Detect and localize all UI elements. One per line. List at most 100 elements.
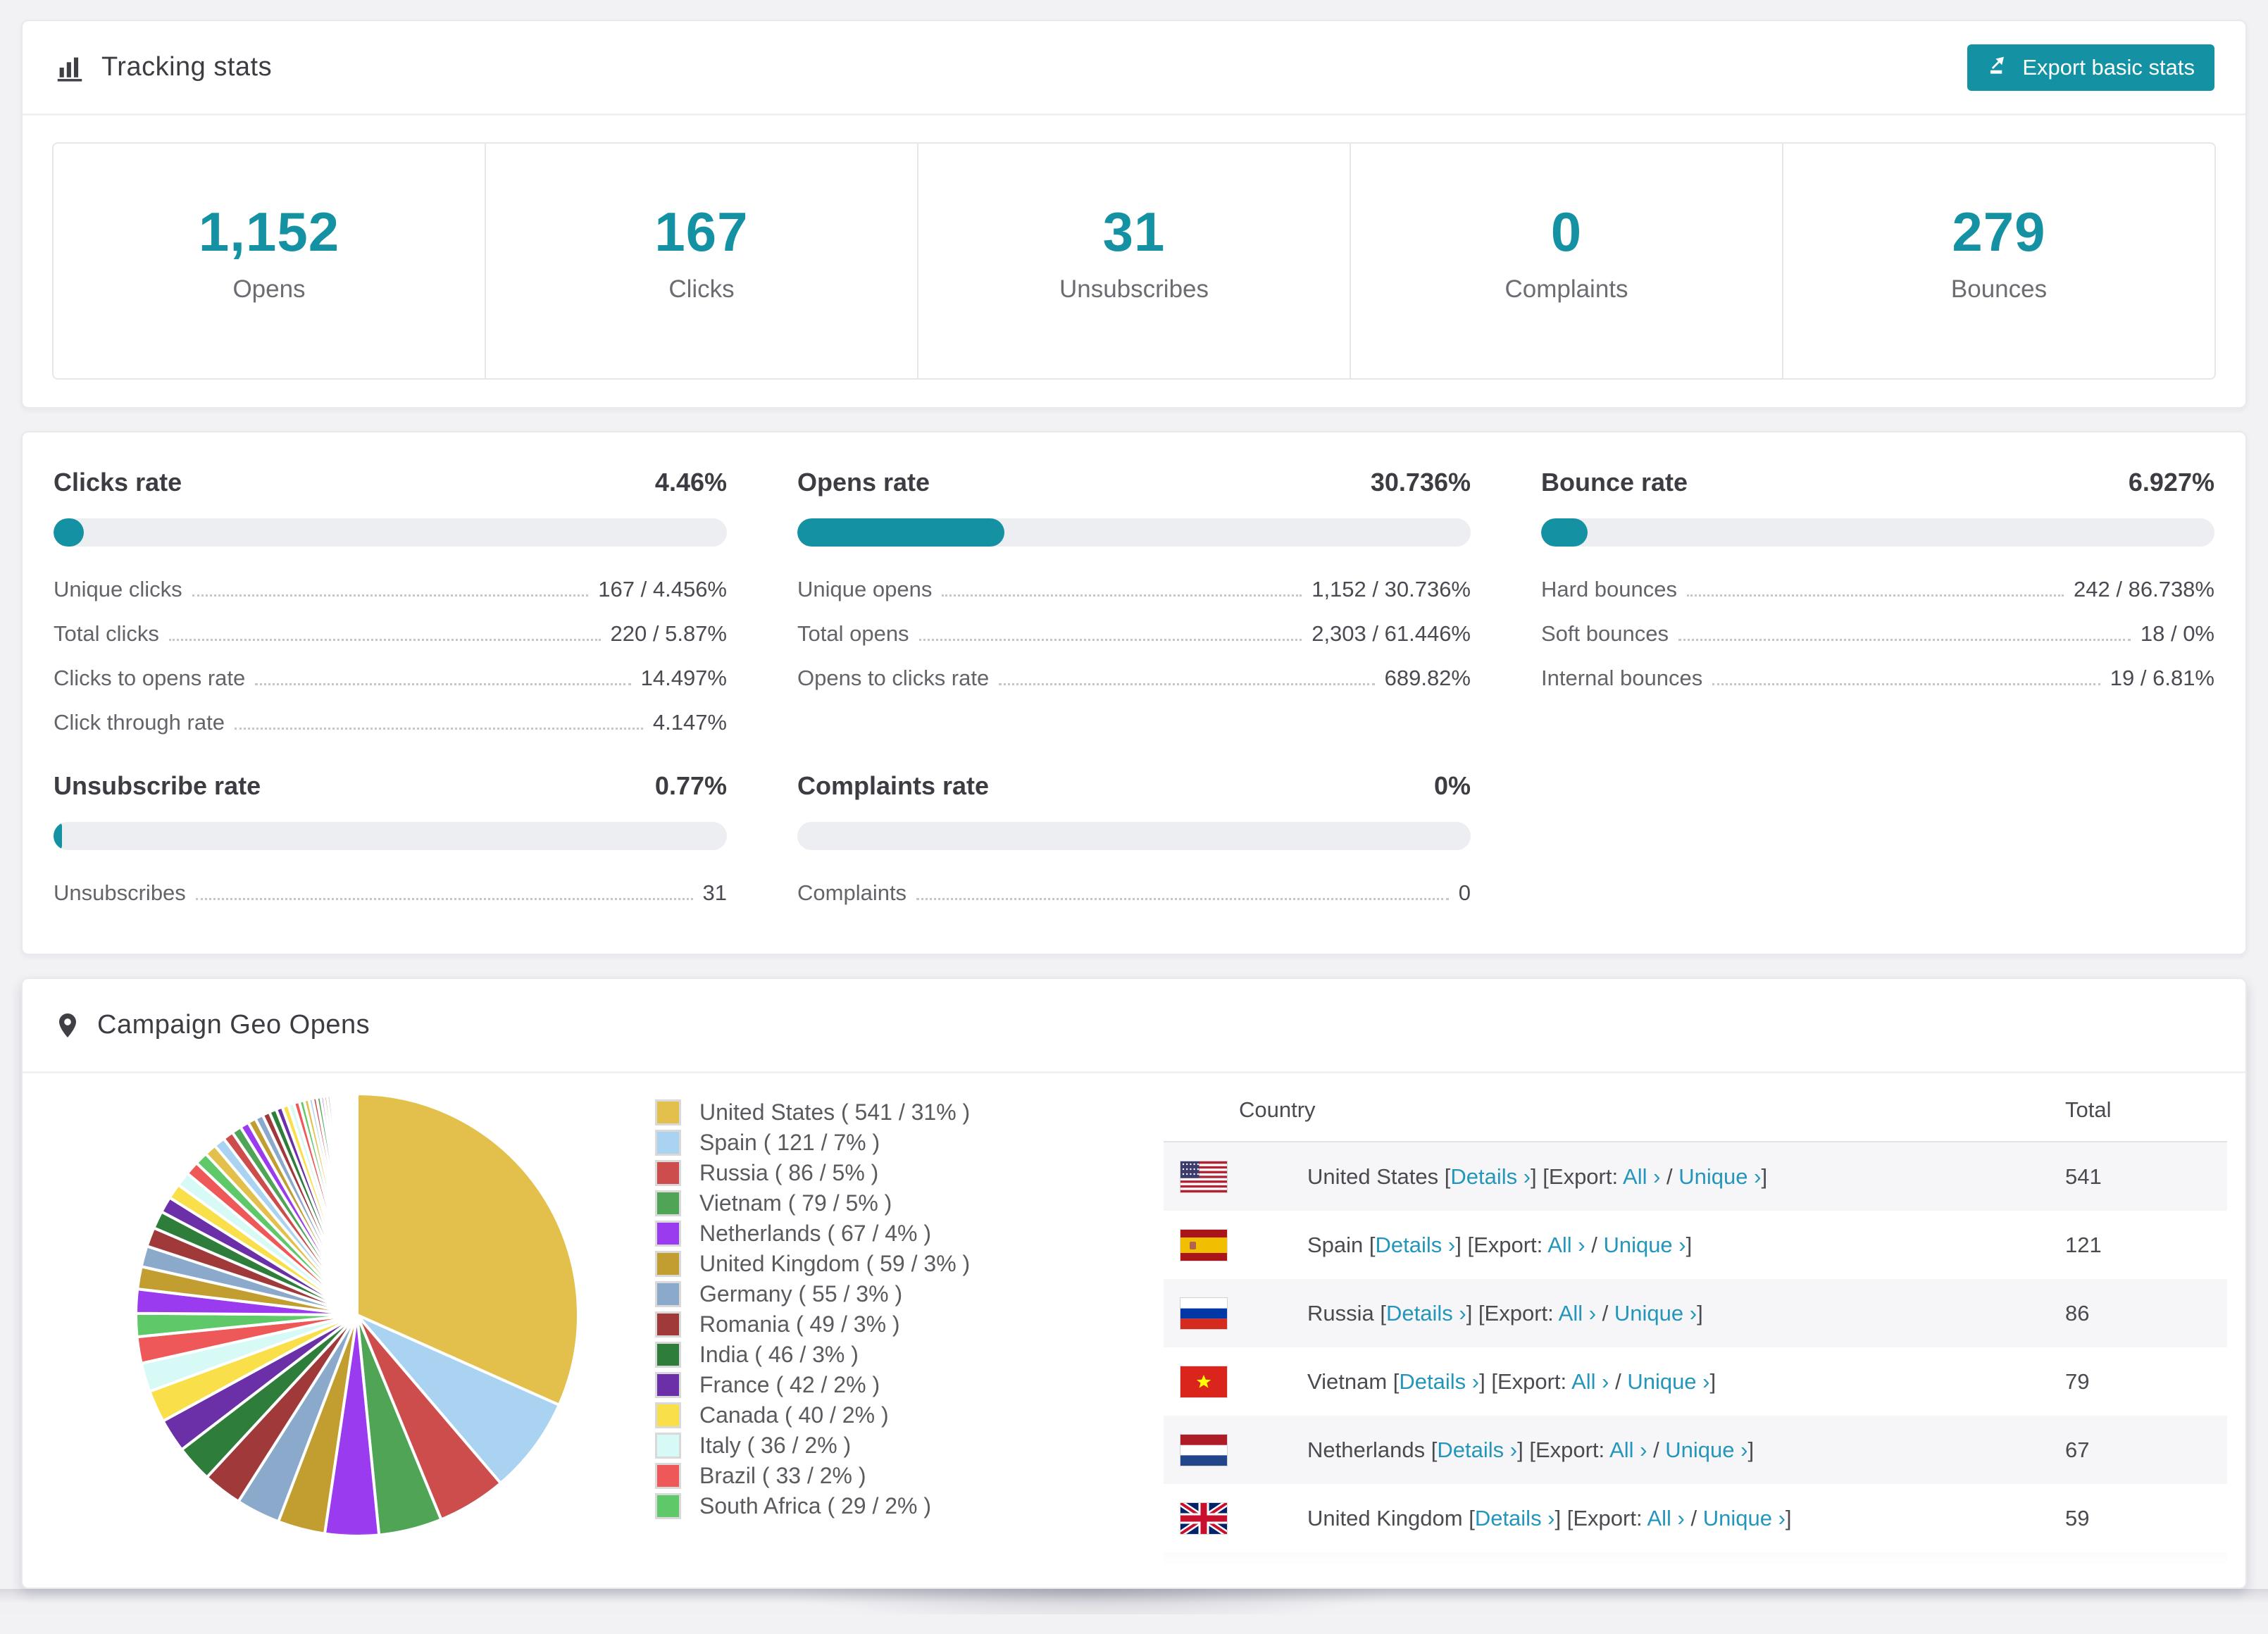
geo-pie-chart [132,1090,582,1540]
export-unique-link[interactable]: Unique › [1665,1437,1747,1462]
stat-value: 0 [1550,201,1583,263]
rate-progress-bar [1541,518,2214,547]
rate-row-label: Clicks to opens rate [54,666,246,691]
export-all-link[interactable]: All › [1571,1369,1609,1394]
country-name: Russia [1307,1300,1374,1326]
details-link[interactable]: Details › [1376,1233,1456,1257]
total-cell: 86 [2065,1300,2090,1326]
details-link[interactable]: Details › [1386,1301,1466,1326]
legend-item-vietnam[interactable]: Vietnam ( 79 / 5% ) [655,1188,970,1218]
stat-cell-opens: 1,152 Opens [54,144,486,378]
export-unique-link[interactable]: Unique › [1638,1574,1720,1588]
export-button-label: Export basic stats [2022,54,2195,80]
rate-value: 30.736% [1370,468,1471,497]
country-cell: Netherlands [Details ›] [Export: All › /… [1307,1437,1755,1462]
tracking-stats-header: Tracking stats Export basic stats [23,21,2245,116]
campaign-geo-opens-card: Campaign Geo Opens United States ( 541 /… [21,978,2247,1589]
legend-swatch [655,1493,681,1519]
export-all-link[interactable]: All › [1647,1506,1684,1530]
legend-label: Brazil ( 33 / 2% ) [699,1463,866,1488]
rate-name: Clicks rate [54,468,182,497]
rate-row-unsubscribes: Unsubscribes 31 [54,881,727,905]
rate-row-label: Total clicks [54,621,159,647]
details-link[interactable]: Details › [1450,1164,1531,1189]
legend-swatch [655,1402,681,1428]
dotted-leader [195,898,693,901]
stat-cell-complaints: 0 Complaints [1351,144,1783,378]
rate-row-value: 1,152 / 30.736% [1311,577,1471,601]
legend-swatch [655,1372,681,1398]
bar-chart-icon [54,51,86,84]
legend-item-brazil[interactable]: Brazil ( 33 / 2% ) [655,1461,970,1491]
stat-cell-unsubscribes: 31 Unsubscribes [918,144,1351,378]
legend-item-spain[interactable]: Spain ( 121 / 7% ) [655,1128,970,1158]
legend-label: France ( 42 / 2% ) [699,1372,880,1397]
geo-title: Campaign Geo Opens [97,1010,370,1040]
legend-item-netherlands[interactable]: Netherlands ( 67 / 4% ) [655,1218,970,1249]
legend-item-united-states[interactable]: United States ( 541 / 31% ) [655,1097,970,1128]
export-unique-link[interactable]: Unique › [1614,1301,1697,1326]
rate-row-value: 14.497% [640,666,727,691]
rate-row-value: 689.82% [1384,666,1471,691]
rate-row-hard-bounces: Hard bounces 242 / 86.738% [1541,577,2214,601]
rate-row-total-clicks: Total clicks 220 / 5.87% [54,621,727,647]
legend-item-germany[interactable]: Germany ( 55 / 3% ) [655,1279,970,1309]
rate-row-label: Click through rate [54,710,225,735]
export-prefix: Export: [1484,1300,1554,1326]
rate-progress-bar [797,518,1471,547]
flag-icon-ru [1180,1297,1228,1330]
flag-icon-es [1180,1228,1228,1261]
rate-row-complaints: Complaints 0 [797,881,1471,905]
rate-row-value: 4.147% [652,710,727,735]
legend-item-south-africa[interactable]: South Africa ( 29 / 2% ) [655,1491,970,1521]
export-unique-link[interactable]: Unique › [1678,1164,1761,1189]
legend-item-romania[interactable]: Romania ( 49 / 3% ) [655,1309,970,1340]
legend-item-united-kingdom[interactable]: United Kingdom ( 59 / 3% ) [655,1249,970,1279]
export-all-link[interactable]: All › [1547,1233,1585,1257]
rate-row-label: Unsubscribes [54,880,186,906]
stat-value: 167 [654,201,749,263]
rate-row-label: Hard bounces [1541,577,1678,601]
details-link[interactable]: Details › [1475,1506,1555,1530]
dotted-leader [1712,683,2100,686]
export-all-link[interactable]: All › [1609,1437,1647,1462]
rate-block-clicks-rate: Clicks rate 4.46% Unique clicks 167 / 4.456… [54,468,727,735]
dotted-leader [942,594,1302,597]
legend-swatch [655,1311,681,1337]
total-cell: 55 [2065,1573,2090,1589]
rate-name: Opens rate [797,468,930,497]
summary-stats-row: 1,152 Opens 167 Clicks 31 Unsubscribes 0 Compla… [52,142,2216,380]
total-cell: 67 [2065,1437,2090,1462]
country-cell: United States [Details ›] [Export: All ›… [1307,1164,1768,1189]
rate-row-value: 167 / 4.456% [598,577,727,601]
country-name: Germany [1307,1573,1397,1589]
details-link[interactable]: Details › [1399,1369,1479,1394]
legend-item-russia[interactable]: Russia ( 86 / 5% ) [655,1158,970,1188]
geo-table-header: Country Total [1164,1079,2227,1142]
export-unique-link[interactable]: Unique › [1627,1369,1709,1394]
stat-label: Complaints [1504,275,1628,303]
export-all-link[interactable]: All › [1623,1164,1660,1189]
stat-cell-bounces: 279 Bounces [1783,144,2214,378]
details-link[interactable]: Details › [1437,1437,1517,1462]
rate-row-soft-bounces: Soft bounces 18 / 0% [1541,621,2214,646]
country-cell: Russia [Details ›] [Export: All › / Uniq… [1307,1300,1703,1326]
rate-row-label: Opens to clicks rate [797,666,990,691]
legend-item-italy[interactable]: Italy ( 36 / 2% ) [655,1430,970,1461]
legend-swatch [655,1221,681,1247]
stat-label: Bounces [1950,275,2048,303]
legend-item-france[interactable]: France ( 42 / 2% ) [655,1370,970,1400]
rate-progress-bar [54,822,727,851]
export-unique-link[interactable]: Unique › [1603,1233,1686,1257]
legend-item-india[interactable]: India ( 46 / 3% ) [655,1340,970,1370]
legend-item-canada[interactable]: Canada ( 40 / 2% ) [655,1400,970,1430]
export-prefix: Export: [1497,1368,1567,1394]
export-unique-link[interactable]: Unique › [1703,1506,1786,1530]
export-basic-stats-button[interactable]: Export basic stats [1967,44,2214,91]
geo-table-row-germany: Germany [Details ›] [Export: All › / Uni… [1164,1552,2227,1589]
export-all-link[interactable]: All › [1559,1301,1596,1326]
stat-label: Clicks [668,275,735,303]
export-all-link[interactable]: All › [1581,1574,1619,1588]
legend-label: United States ( 541 / 31% ) [699,1099,971,1125]
details-link[interactable]: Details › [1409,1574,1490,1588]
